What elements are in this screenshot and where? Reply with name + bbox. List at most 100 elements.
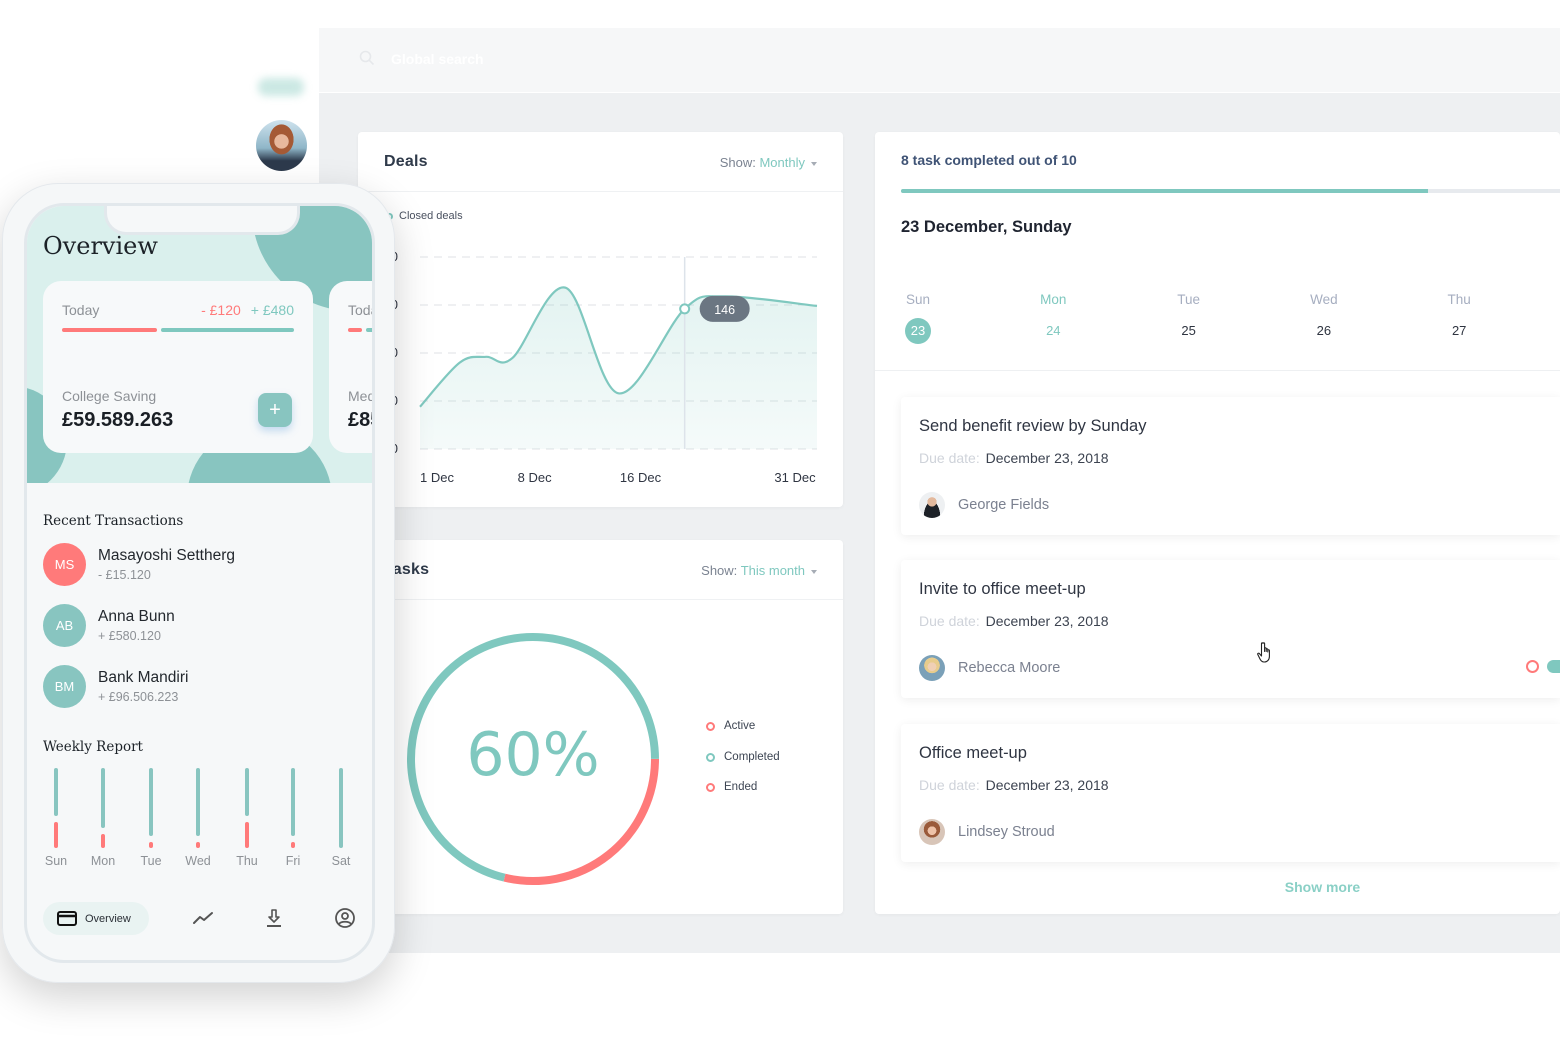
- due-date-value: December 23, 2018: [985, 613, 1109, 629]
- legend-item: Active: [706, 720, 780, 751]
- status-active-icon[interactable]: [1526, 660, 1539, 673]
- deals-area: [420, 287, 817, 449]
- x-tick-label: 8 Dec: [518, 470, 552, 485]
- tab-overview[interactable]: Overview: [43, 902, 149, 935]
- legend-item: Ended: [706, 781, 780, 812]
- task-assignee: George Fields: [919, 492, 1049, 518]
- legend-label: Completed: [724, 750, 780, 763]
- task-progress-fill: [901, 189, 1429, 193]
- due-date-value: December 23, 2018: [985, 450, 1109, 466]
- weekly-bar-mon: Mon: [83, 768, 123, 868]
- day-number: 26: [1316, 323, 1332, 338]
- day-number: 25: [1181, 323, 1196, 338]
- day-mon[interactable]: Mon 24: [1023, 292, 1083, 344]
- income-bar: [161, 328, 294, 332]
- day-tue[interactable]: Tue 25: [1159, 292, 1219, 344]
- tasks-header: Tasks Show: This month: [358, 540, 843, 600]
- tasks-period-select[interactable]: Show: This month: [701, 563, 817, 578]
- assignee-name: Rebecca Moore: [958, 660, 1061, 676]
- recent-transactions-title: Recent Transactions: [43, 513, 184, 529]
- user-avatar[interactable]: [256, 120, 307, 171]
- weekly-bar: [196, 768, 200, 848]
- donut-percent-label: 60%: [466, 720, 600, 790]
- task-card[interactable]: Send benefit review by Sunday Due date: D…: [901, 397, 1560, 535]
- show-label: Show:: [701, 563, 738, 578]
- due-label: Due date:: [919, 450, 980, 466]
- weekly-bar-income: [196, 768, 200, 836]
- profile-icon[interactable]: [334, 907, 356, 929]
- app-logo[interactable]: [258, 78, 304, 96]
- task-status-toggles[interactable]: [1526, 660, 1560, 673]
- assignee-avatar: [919, 492, 945, 518]
- assignee-name: George Fields: [958, 497, 1050, 513]
- day-number: 24: [1046, 323, 1061, 338]
- transaction-item[interactable]: MS Masayoshi Settherg - £15.120: [43, 541, 363, 587]
- legend-label: Active: [724, 720, 756, 732]
- task-card[interactable]: Invite to office meet-up Due date: Decemb…: [901, 560, 1560, 698]
- weekly-bar-fri: Fri: [273, 768, 313, 868]
- assignee-avatar: [919, 655, 945, 681]
- weekly-bar-expense: [291, 841, 295, 848]
- card-total: £85: [348, 409, 372, 431]
- day-sun[interactable]: Sun 23: [888, 292, 948, 344]
- task-assignee: Rebecca Moore: [919, 655, 1060, 681]
- balance-card[interactable]: Today Medical £85: [329, 281, 372, 453]
- status-completed-icon[interactable]: [1547, 660, 1560, 673]
- show-more-link[interactable]: Show more: [875, 879, 1560, 895]
- day-thu[interactable]: Thu 27: [1429, 292, 1489, 344]
- day-name: Sun: [905, 292, 931, 307]
- add-button[interactable]: +: [258, 393, 292, 427]
- transaction-amount: + £580.120: [98, 628, 161, 643]
- transaction-avatar: BM: [43, 664, 86, 708]
- trend-chart-icon[interactable]: [192, 907, 214, 929]
- due-label: Due date:: [919, 613, 980, 629]
- overview-title: Overview: [43, 232, 158, 260]
- day-wed[interactable]: Wed 26: [1294, 292, 1354, 344]
- weekly-bar: [101, 768, 105, 848]
- day-number: 23: [905, 318, 931, 344]
- task-due-date: Due date: December 23, 2018: [919, 450, 1109, 466]
- card-total: £59.589.263: [62, 409, 174, 431]
- weekly-bar-tue: Tue: [131, 768, 171, 868]
- download-icon[interactable]: [263, 907, 285, 929]
- day-name: Wed: [1310, 292, 1338, 307]
- transaction-item[interactable]: BM Bank Mandiri + £96.506.223: [43, 663, 363, 709]
- weekly-day-label: Sat: [331, 854, 351, 868]
- phone-mockup: Overview Today - £120 + £480 College Savi…: [2, 183, 395, 983]
- transaction-amount: + £96.506.223: [98, 689, 179, 704]
- task-progress-label: 8 task completed out of 10: [901, 152, 1077, 168]
- weekly-bar: [149, 768, 153, 848]
- card-period-label: Today: [348, 302, 372, 318]
- search-icon: [359, 50, 375, 66]
- weekly-bar-income: [339, 768, 343, 848]
- card-ratio-bar: [62, 328, 294, 332]
- tooltip-value: 146: [714, 303, 735, 317]
- balance-card[interactable]: Today - £120 + £480 College Saving £59.58…: [43, 281, 313, 453]
- transaction-name: Anna Bunn: [98, 607, 175, 625]
- transaction-info: Masayoshi Settherg - £15.120: [98, 547, 235, 582]
- weekly-bar-income: [101, 768, 105, 829]
- task-due-date: Due date: December 23, 2018: [919, 613, 1109, 629]
- weekly-bar-income: [149, 768, 153, 836]
- deals-card: Deals Show: Monthly Closed deals 0501001…: [358, 132, 843, 507]
- transaction-avatar: MS: [43, 542, 86, 586]
- weekly-day-label: Fri: [285, 854, 301, 868]
- divider: [875, 370, 1560, 371]
- weekly-bar-expense: [245, 821, 249, 848]
- day-number: 27: [1451, 323, 1467, 338]
- top-bar: [319, 28, 1560, 93]
- overview-header: Overview Today - £120 + £480 College Savi…: [27, 206, 372, 483]
- task-due-date: Due date: December 23, 2018: [919, 777, 1109, 793]
- highlight-point[interactable]: [679, 303, 691, 315]
- card-account-label: Medical: [348, 388, 372, 404]
- task-card[interactable]: Office meet-up Due date: December 23, 201…: [901, 724, 1560, 862]
- weekly-day-label: Thu: [236, 854, 258, 868]
- card-ratio-bar: [348, 328, 372, 332]
- global-search-input[interactable]: [391, 46, 691, 72]
- weekly-bar-sat: Sat: [321, 768, 361, 868]
- card-amounts: - £120 + £480: [201, 302, 294, 318]
- weekly-bar-income: [245, 768, 249, 816]
- weekly-bar: [291, 768, 295, 848]
- transaction-item[interactable]: AB Anna Bunn + £580.120: [43, 602, 363, 648]
- weekly-bar-expense: [101, 834, 105, 848]
